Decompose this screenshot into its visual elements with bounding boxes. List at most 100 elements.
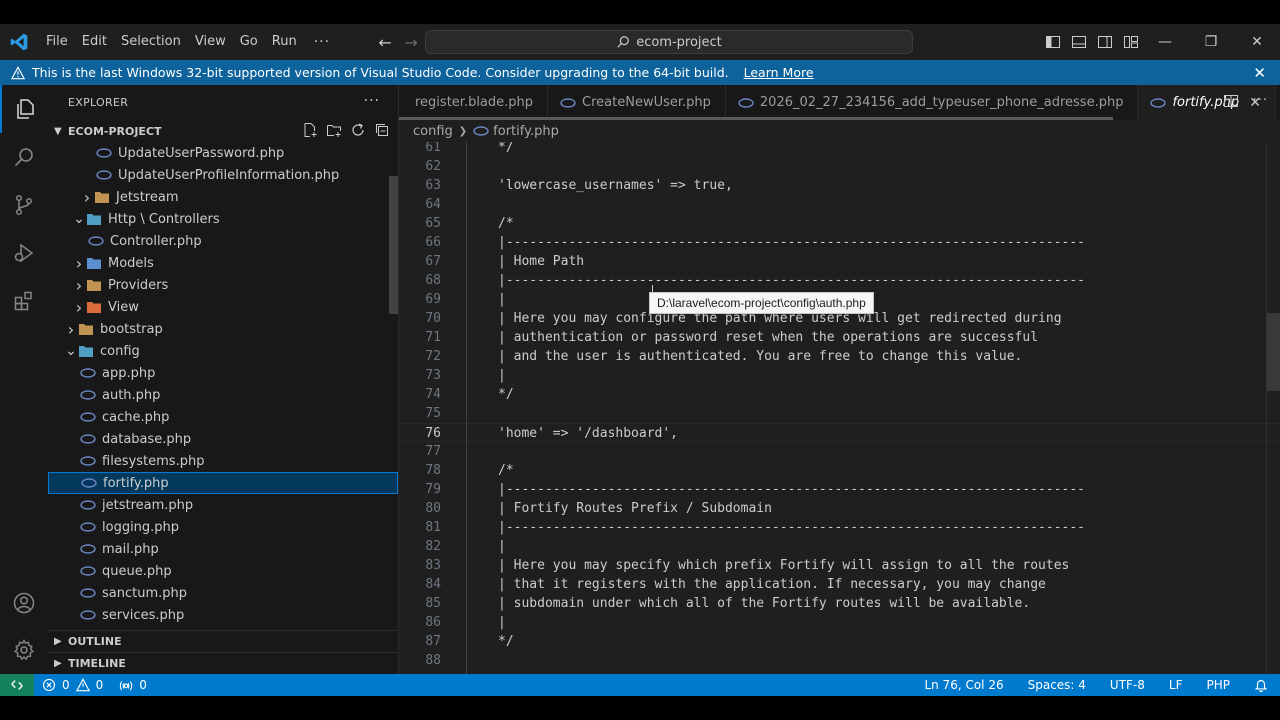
tree-file[interactable]: fortify.php <box>48 472 398 494</box>
back-arrow-icon[interactable]: ← <box>372 33 398 52</box>
code-line[interactable]: 61 */ <box>399 142 1280 157</box>
collapse-all-icon[interactable] <box>374 122 390 138</box>
search-activity[interactable] <box>0 133 48 181</box>
tree-file[interactable]: cache.php <box>48 406 398 428</box>
code-line[interactable]: 84 | that it registers with the applicati… <box>399 575 1280 594</box>
code-line[interactable]: 72 | and the user is authenticated. You a… <box>399 347 1280 366</box>
cursor-position[interactable]: Ln 76, Col 26 <box>924 678 1003 692</box>
editor-tab[interactable]: register.blade.php <box>399 85 549 120</box>
tree-file[interactable]: Controller.php <box>48 230 398 252</box>
minimize-icon[interactable]: — <box>1142 24 1188 60</box>
new-file-icon[interactable] <box>302 122 318 138</box>
run-debug-activity[interactable] <box>0 229 48 277</box>
sidebar-scrollbar[interactable] <box>389 176 398 314</box>
tree-folder[interactable]: › Providers <box>48 274 398 296</box>
breadcrumb-item[interactable]: config <box>413 124 453 139</box>
manage-activity[interactable] <box>0 626 48 674</box>
editor-tab[interactable]: 2026_02_27_234156_add_typeuser_phone_adr… <box>726 85 1139 120</box>
tree-file[interactable]: logging.php <box>48 516 398 538</box>
code-line[interactable]: 80 | Fortify Routes Prefix / Subdomain <box>399 499 1280 518</box>
banner-close-icon[interactable]: ✕ <box>1253 64 1266 82</box>
toggle-secondary-sidebar-icon[interactable] <box>1092 34 1118 50</box>
accounts-activity[interactable] <box>0 579 48 627</box>
code-line[interactable]: 77 <box>399 442 1280 461</box>
code-line[interactable]: 63 'lowercase_usernames' => true, <box>399 176 1280 195</box>
menu-view[interactable]: View <box>188 30 233 54</box>
tree-file[interactable]: jetstream.php <box>48 494 398 516</box>
code-line[interactable]: 83 | Here you may specify which prefix Fo… <box>399 556 1280 575</box>
breadcrumb-item[interactable]: fortify.php <box>493 124 559 139</box>
extensions-activity[interactable] <box>0 277 48 325</box>
customize-layout-icon[interactable] <box>1118 34 1144 50</box>
problems-indicator[interactable]: 0 0 0 <box>42 678 147 692</box>
code-line[interactable]: 76 'home' => '/dashboard', <box>399 423 1280 442</box>
code-line[interactable]: 81 |-------------------------------------… <box>399 518 1280 537</box>
menu-file[interactable]: File <box>39 30 75 54</box>
source-control-activity[interactable] <box>0 181 48 229</box>
editor-more-icon[interactable]: ··· <box>1253 93 1268 109</box>
tree-file[interactable]: sanctum.php <box>48 582 398 604</box>
tree-file[interactable]: mail.php <box>48 538 398 560</box>
tree-folder[interactable]: › Jetstream <box>48 186 398 208</box>
code-line[interactable]: 66 |-------------------------------------… <box>399 233 1280 252</box>
code-line[interactable]: 88 <box>399 651 1280 670</box>
code-line[interactable]: 85 | subdomain under which all of the For… <box>399 594 1280 613</box>
tree-file[interactable]: database.php <box>48 428 398 450</box>
tree-folder[interactable]: ⌄ config <box>48 340 398 362</box>
language-mode[interactable]: PHP <box>1207 678 1231 692</box>
notifications-bell-icon[interactable] <box>1254 678 1268 692</box>
tree-file[interactable]: queue.php <box>48 560 398 582</box>
menu-selection[interactable]: Selection <box>114 30 188 54</box>
explorer-activity[interactable] <box>0 85 48 133</box>
tree-folder[interactable]: › Models <box>48 252 398 274</box>
code-line[interactable]: 71 | authentication or password reset whe… <box>399 328 1280 347</box>
encoding[interactable]: UTF-8 <box>1110 678 1145 692</box>
tree-file[interactable]: UpdateUserPassword.php <box>48 142 398 164</box>
timeline-section[interactable]: ▶ TIMELINE <box>48 652 398 674</box>
code-line[interactable]: 74 */ <box>399 385 1280 404</box>
explorer-more-icon[interactable]: ··· <box>364 93 380 109</box>
toggle-primary-sidebar-icon[interactable] <box>1040 34 1066 50</box>
code-line[interactable]: 67 | Home Path <box>399 252 1280 271</box>
code-line[interactable]: 73 | <box>399 366 1280 385</box>
indentation[interactable]: Spaces: 4 <box>1028 678 1086 692</box>
restore-icon[interactable]: ❐ <box>1188 24 1234 60</box>
menu-more-icon[interactable]: ··· <box>304 34 340 50</box>
new-folder-icon[interactable] <box>326 122 342 138</box>
tree-file[interactable]: filesystems.php <box>48 450 398 472</box>
tree-file[interactable]: app.php <box>48 362 398 384</box>
code-line[interactable]: 68 |-------------------------------------… <box>399 271 1280 290</box>
tree-file[interactable]: UpdateUserProfileInformation.php <box>48 164 398 186</box>
refresh-icon[interactable] <box>350 122 366 138</box>
command-center-search[interactable]: ecom-project <box>425 30 913 54</box>
forward-arrow-icon[interactable]: → <box>398 33 424 52</box>
code-line[interactable]: 62 <box>399 157 1280 176</box>
split-editor-icon[interactable] <box>1223 93 1239 109</box>
code-line[interactable]: 78 /* <box>399 461 1280 480</box>
tree-file[interactable]: services.php <box>48 604 398 626</box>
editor-tab[interactable]: CreateNewUser.php <box>548 85 726 120</box>
code-line[interactable]: 65 /* <box>399 214 1280 233</box>
line-number: 68 <box>425 273 441 288</box>
tree-folder[interactable]: › bootstrap <box>48 318 398 340</box>
menu-run[interactable]: Run <box>265 30 304 54</box>
tree-folder[interactable]: › View <box>48 296 398 318</box>
code-line[interactable]: 86 | <box>399 613 1280 632</box>
tree-folder[interactable]: ⌄ Http \ Controllers <box>48 208 398 230</box>
toggle-panel-icon[interactable] <box>1066 34 1092 50</box>
remote-indicator[interactable] <box>0 674 34 696</box>
code-line[interactable]: 87 */ <box>399 632 1280 651</box>
menu-edit[interactable]: Edit <box>75 30 114 54</box>
outline-section[interactable]: ▶ OUTLINE <box>48 630 398 652</box>
code-line[interactable]: 64 <box>399 195 1280 214</box>
code-editor[interactable]: 61 */ 62 63 'lowercase_usernames' => true, 64… <box>399 142 1280 674</box>
learn-more-link[interactable]: Learn More <box>744 65 814 80</box>
menu-go[interactable]: Go <box>233 30 265 54</box>
close-window-icon[interactable]: ✕ <box>1234 24 1280 60</box>
code-line[interactable]: 75 <box>399 404 1280 423</box>
tree-file[interactable]: auth.php <box>48 384 398 406</box>
code-line[interactable]: 79 |-------------------------------------… <box>399 480 1280 499</box>
editor-scrollbar-thumb[interactable] <box>1267 313 1280 391</box>
code-line[interactable]: 82 | <box>399 537 1280 556</box>
end-of-line[interactable]: LF <box>1169 678 1183 692</box>
